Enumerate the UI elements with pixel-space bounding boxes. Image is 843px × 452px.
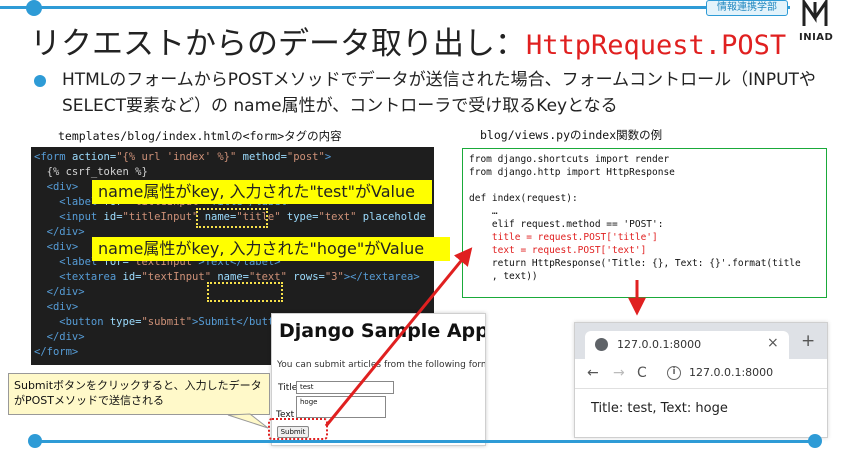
html-line-12: <button type="submit">Submit</butto [34,316,281,328]
forward-arrow-icon[interactable]: → [613,365,625,381]
html-line-14: </form> [34,346,79,358]
name-key-highlight-hoge: name属性がkey, 入力された"hoge"がValue [92,237,450,261]
bullet-text: HTMLのフォームからPOSTメソッドでデータが送信された場合、フォームコントロ… [62,70,816,116]
name-title-dotted-box [196,208,268,228]
html-line-13: </div> [34,331,85,343]
top-divider-line [0,6,790,9]
title-input[interactable]: test [296,381,394,394]
slide-title: リクエストからのデータ取り出し：HttpRequest.POST [30,18,786,63]
html-line-10: </div> [34,286,85,298]
close-icon[interactable]: × [767,335,779,351]
html-line-7: <div> [34,241,79,253]
callout-pointer [227,413,269,429]
name-text-dotted-box [207,282,283,302]
address-bar[interactable]: 127.0.0.1:8000 [689,366,773,379]
browser-tab-bar: 127.0.0.1:8000 × + [575,323,827,359]
html-line-1: <form action="{% url 'index' %}" method=… [34,151,332,163]
py-line-2: from django.http import HttpResponse [469,167,675,178]
sample-app-description: You can submit articles from the followi… [277,360,486,370]
new-tab-icon[interactable]: + [801,333,815,350]
html-line-6: </div> [34,226,85,238]
tab-title: 127.0.0.1:8000 [617,338,702,351]
py-line-1: from django.shortcuts import render [469,154,670,165]
iniad-logo-icon [802,0,828,26]
html-line-3: <div> [34,181,79,193]
text-textarea[interactable]: hoge [296,396,386,418]
back-arrow-icon[interactable]: ← [587,365,599,381]
py-line-7: text = request.POST['text'] [469,245,647,256]
py-line-9: , text)) [469,271,538,282]
py-line-6: title = request.POST['title'] [469,232,658,243]
python-code-panel: from django.shortcuts import render from… [462,148,827,298]
py-line-8: return HttpResponse('Title: {}, Text: {}… [469,258,801,269]
py-line-5: elif request.method == 'POST': [469,219,664,230]
iniad-logo-text: INIAD [799,32,834,43]
name-key-highlight-test: name属性がkey, 入力された"test"がValue [92,180,432,204]
bottom-left-dot [28,434,42,448]
bottom-divider-line [34,440,814,443]
info-icon[interactable]: i [667,366,681,380]
html-line-11: <div> [34,301,79,313]
globe-icon [595,338,608,351]
browser-page-content: Title: test, Text: hoge [591,401,728,416]
py-line-4: … [469,206,498,217]
html-code-caption: templates/blog/index.htmlの<form>タグの内容 [58,129,342,143]
bullet-dot [34,75,46,87]
browser-nav-bar: ← → C i 127.0.0.1:8000 [575,359,827,389]
title-prefix: リクエストからのデータ取り出し： [30,26,526,62]
department-tag: 情報連携学部 [706,0,788,16]
browser-tab[interactable]: 127.0.0.1:8000 × [585,331,789,359]
top-divider-dot [26,0,42,16]
submit-callout: Submitボタンをクリックすると、入力したデータがPOSTメソッドで送信される [8,373,270,415]
html-line-2: {% csrf_token %} [34,166,148,178]
sample-app-heading: Django Sample Applica [279,320,486,342]
submit-dotted-ring [268,418,328,440]
bottom-right-dot [808,434,822,448]
python-code-caption: blog/views.pyのindex関数の例 [480,128,663,142]
py-line-3: def index(request): [469,193,578,204]
browser-window: 127.0.0.1:8000 × + ← → C i 127.0.0.1:800… [574,322,828,438]
title-code: HttpRequest.POST [526,30,787,61]
reload-icon[interactable]: C [637,365,647,381]
title-label: Title [278,383,298,393]
